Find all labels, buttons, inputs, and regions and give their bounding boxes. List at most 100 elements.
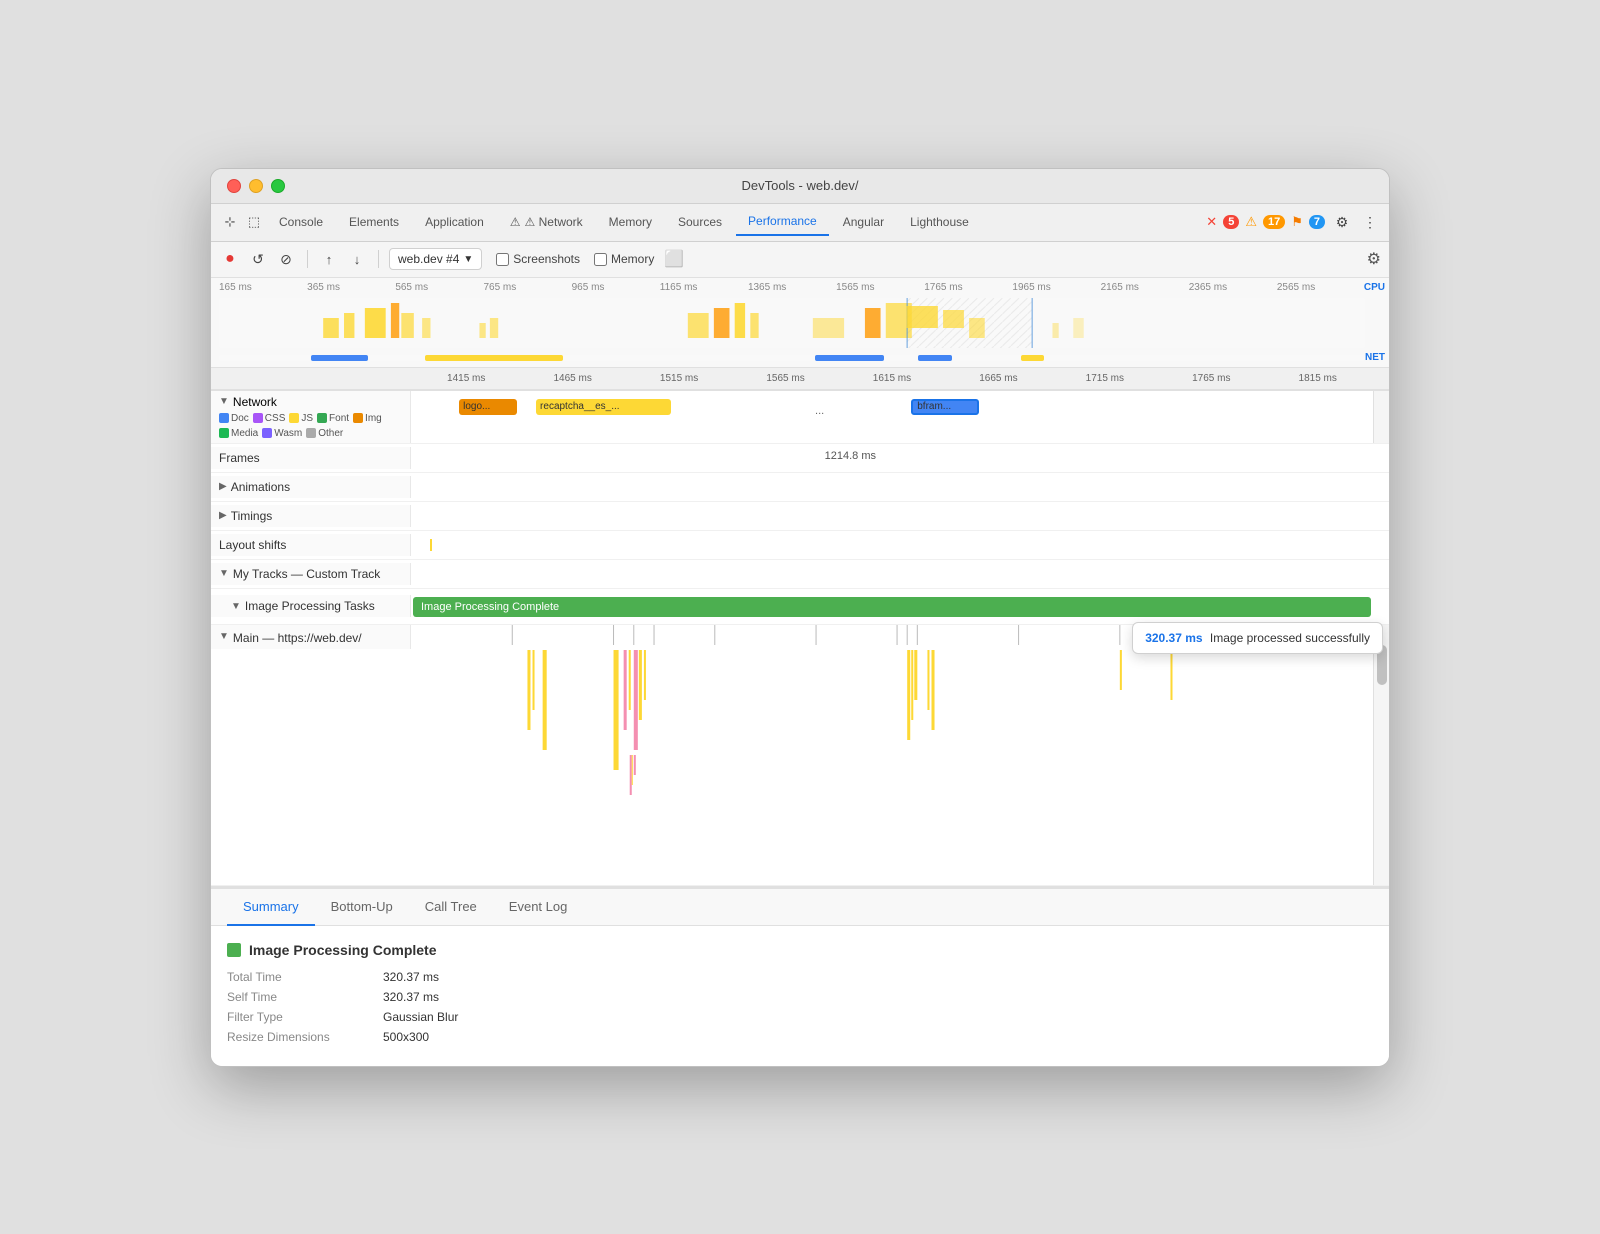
filter-type-value: Gaussian Blur (383, 1010, 458, 1024)
tab-event-log[interactable]: Event Log (493, 889, 584, 926)
network-bar-recaptcha[interactable]: recaptcha__es_... (536, 399, 671, 415)
network-bar-bfram[interactable]: bfram... (911, 399, 978, 415)
summary-row-resize: Resize Dimensions 500x300 (227, 1030, 1373, 1044)
tab-elements[interactable]: Elements (337, 209, 411, 235)
network-label: ▼ Network Doc CSS JS (211, 391, 411, 443)
reload-record-button[interactable]: ↺ (247, 248, 269, 270)
tab-bottom-up[interactable]: Bottom-Up (315, 889, 409, 926)
network-track-label: Network (233, 395, 277, 409)
summary-title-row: Image Processing Complete (227, 942, 1373, 958)
main-thread-content (411, 625, 1373, 885)
custom-track-collapse-icon[interactable]: ▼ (219, 568, 229, 579)
minimize-button[interactable] (249, 179, 263, 193)
legend-other-swatch (306, 428, 316, 438)
summary-color-swatch (227, 943, 241, 957)
legend-js-swatch (289, 413, 299, 423)
legend-wasm-swatch (262, 428, 272, 438)
image-processing-label: ▼ Image Processing Tasks (211, 595, 411, 617)
more-icon[interactable]: ⋮ (1359, 211, 1381, 233)
legend-wasm: Wasm (262, 428, 302, 439)
upload-button[interactable]: ↑ (318, 248, 340, 270)
ruler-label-10: 2165 ms (1101, 282, 1189, 293)
legend-css-swatch (253, 413, 263, 423)
bottom-panel: Summary Bottom-Up Call Tree Event Log Im… (211, 887, 1389, 1066)
toolbar-settings-icon[interactable]: ⚙ (1367, 249, 1381, 269)
custom-track-content (411, 560, 1373, 588)
image-processing-bar[interactable]: Image Processing Complete (413, 597, 1371, 617)
network-legend: Doc CSS JS Font (219, 413, 402, 439)
memory-checkbox[interactable] (594, 253, 607, 266)
timings-collapse-icon[interactable]: ▶ (219, 510, 227, 521)
layout-shifts-track-row: Layout shifts (211, 531, 1389, 560)
self-time-value: 320.37 ms (383, 990, 439, 1004)
screenshots-label: Screenshots (513, 252, 580, 266)
close-button[interactable] (227, 179, 241, 193)
tab-network[interactable]: ⚠ ⚠ Network (498, 209, 595, 235)
tab-angular[interactable]: Angular (831, 209, 896, 235)
performance-toolbar: ● ↺ ⊘ ↑ ↓ web.dev #4 ▼ Screenshots Memor… (211, 242, 1389, 278)
screenshots-checkbox[interactable] (496, 253, 509, 266)
tab-memory[interactable]: Memory (597, 209, 664, 235)
legend-font-swatch (317, 413, 327, 423)
network-collapse-icon[interactable]: ▼ (219, 396, 229, 407)
screenshots-checkbox-group: Screenshots (496, 252, 580, 266)
tab-lighthouse[interactable]: Lighthouse (898, 209, 981, 235)
timings-label: ▶ Timings (211, 505, 411, 527)
tab-call-tree[interactable]: Call Tree (409, 889, 493, 926)
info-icon: ⚑ (1291, 214, 1303, 230)
profile-selector[interactable]: web.dev #4 ▼ (389, 248, 482, 270)
main-thread-collapse-icon[interactable]: ▼ (219, 631, 229, 642)
clear-button[interactable]: ⊘ (275, 248, 297, 270)
profile-name: web.dev #4 (398, 252, 459, 266)
summary-row-filter-type: Filter Type Gaussian Blur (227, 1010, 1373, 1024)
tab-console[interactable]: Console (267, 209, 335, 235)
network-bar-logo[interactable]: logo... (459, 399, 517, 415)
layout-shifts-content (411, 531, 1373, 559)
total-time-label: Total Time (227, 970, 367, 984)
pointer-icon[interactable]: ⊹ (219, 211, 241, 233)
main-thread-svg (411, 625, 1373, 885)
main-thread-label: ▼ Main — https://web.dev/ (211, 625, 411, 649)
title-bar: DevTools - web.dev/ (211, 169, 1389, 204)
summary-content: Image Processing Complete Total Time 320… (211, 926, 1389, 1066)
image-processing-track-row: ▼ Image Processing Tasks Image Processin… (211, 589, 1389, 625)
ruler-label-8: 1765 ms (924, 282, 1012, 293)
animations-collapse-icon[interactable]: ▶ (219, 481, 227, 492)
detail-label-7: 1765 ms (1158, 373, 1264, 384)
scrollbar-main[interactable] (1373, 625, 1389, 885)
frames-track-name: Frames (219, 451, 260, 465)
detail-label-6: 1715 ms (1052, 373, 1158, 384)
network-content: logo... recaptcha__es_... ... bfram... (411, 391, 1373, 441)
detail-label-8: 1815 ms (1265, 373, 1371, 384)
layout-shifts-label: Layout shifts (211, 534, 411, 556)
image-processing-collapse-icon[interactable]: ▼ (231, 601, 241, 612)
record-button[interactable]: ● (219, 248, 241, 270)
ruler-label-6: 1365 ms (748, 282, 836, 293)
inspect-icon[interactable]: ⬚ (243, 211, 265, 233)
resize-label: Resize Dimensions (227, 1030, 367, 1044)
detail-label-1: 1465 ms (519, 373, 625, 384)
memory-checkbox-group: Memory (594, 252, 654, 266)
tab-summary[interactable]: Summary (227, 889, 315, 926)
detail-ruler: 1415 ms 1465 ms 1515 ms 1565 ms 1615 ms … (211, 368, 1389, 390)
legend-css: CSS (253, 413, 286, 424)
ruler-label-2: 565 ms (395, 282, 483, 293)
capture-icon[interactable]: ⬜ (664, 249, 684, 269)
total-time-value: 320.37 ms (383, 970, 439, 984)
timeline-ruler[interactable]: 165 ms 365 ms 565 ms 765 ms 965 ms 1165 … (211, 278, 1389, 368)
legend-doc: Doc (219, 413, 249, 424)
ruler-label-9: 1965 ms (1012, 282, 1100, 293)
scrollbar-right[interactable] (1373, 391, 1389, 443)
legend-img: Img (353, 413, 382, 424)
maximize-button[interactable] (271, 179, 285, 193)
download-button[interactable]: ↓ (346, 248, 368, 270)
tab-performance[interactable]: Performance (736, 208, 829, 236)
settings-icon[interactable]: ⚙ (1331, 211, 1353, 233)
ruler-label-12: 2565 ms (1277, 282, 1365, 293)
image-processing-track-name: Image Processing Tasks (245, 599, 375, 613)
timings-content (411, 502, 1373, 530)
tab-application[interactable]: Application (413, 209, 496, 235)
frames-content: 1214.8 ms (411, 444, 1373, 472)
main-thread-row: ▼ Main — https://web.dev/ (211, 625, 1389, 886)
tab-sources[interactable]: Sources (666, 209, 734, 235)
